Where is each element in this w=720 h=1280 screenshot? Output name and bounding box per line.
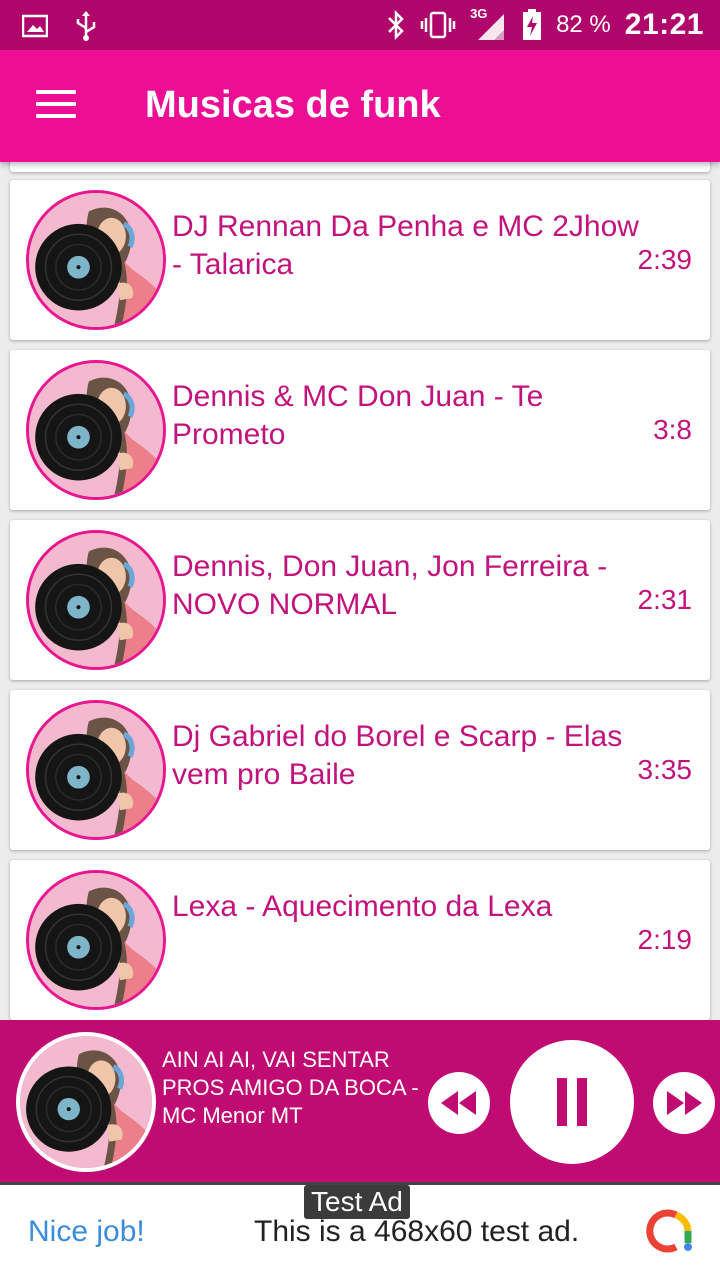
hamburger-menu-icon[interactable]: [36, 90, 76, 122]
song-thumbnail: [26, 360, 166, 500]
now-playing-title: AIN AI AI, VAI SENTAR PROS AMIGO DA BOCA…: [162, 1047, 419, 1128]
song-list[interactable]: DJ Rennan Da Penha e MC 2Jhow - Talarica…: [0, 162, 720, 1020]
song-title: Dj Gabriel do Borel e Scarp - Elas vem p…: [172, 720, 623, 791]
song-item[interactable]: Dennis, Don Juan, Jon Ferreira - NOVO NO…: [10, 520, 710, 680]
song-thumbnail: [26, 190, 166, 330]
vibrate-icon: [420, 11, 456, 39]
now-playing-bar: AIN AI AI, VAI SENTAR PROS AMIGO DA BOCA…: [0, 1020, 720, 1182]
song-duration: 3:8: [653, 414, 692, 445]
page-title: Musicas de funk: [145, 84, 441, 126]
song-thumbnail: [26, 870, 166, 1010]
song-item[interactable]: Dj Gabriel do Borel e Scarp - Elas vem p…: [10, 690, 710, 850]
fast-forward-icon[interactable]: [653, 1072, 715, 1134]
ad-label: Test Ad: [304, 1185, 410, 1219]
song-item[interactable]: Lexa - Aquecimento da Lexa 2:19: [10, 860, 710, 1020]
ad-banner[interactable]: Test Ad Nice job! This is a 468x60 test …: [0, 1182, 720, 1280]
song-item[interactable]: DJ Rennan Da Penha e MC 2Jhow - Talarica…: [10, 180, 710, 340]
ad-body-text: This is a 468x60 test ad.: [254, 1215, 580, 1248]
image-icon: [22, 14, 48, 38]
song-title: DJ Rennan Da Penha e MC 2Jhow - Talarica: [172, 210, 639, 281]
song-duration: 3:35: [637, 754, 693, 785]
song-title: Lexa - Aquecimento da Lexa: [172, 890, 553, 923]
now-playing-thumbnail[interactable]: [16, 1032, 156, 1172]
song-duration: 2:31: [637, 584, 693, 615]
song-thumbnail: [26, 700, 166, 840]
song-item[interactable]: Dennis & MC Don Juan - Te Prometo 3:8: [10, 350, 710, 510]
pause-icon[interactable]: [510, 1040, 634, 1164]
ad-logo-icon: [646, 1209, 692, 1253]
song-duration: 2:19: [637, 924, 693, 955]
usb-icon: [76, 11, 96, 41]
song-title: Dennis, Don Juan, Jon Ferreira - NOVO NO…: [172, 550, 608, 621]
clock: 21:21: [624, 8, 704, 41]
rewind-icon[interactable]: [428, 1072, 490, 1134]
song-thumbnail: [26, 530, 166, 670]
song-item[interactable]: [10, 162, 710, 172]
bluetooth-icon: [388, 10, 404, 40]
battery-percent: 82 %: [556, 11, 611, 38]
status-bar: 3G 82 % 21:21: [0, 0, 720, 50]
song-duration: 2:39: [637, 244, 693, 275]
song-title: Dennis & MC Don Juan - Te Prometo: [172, 380, 544, 451]
ad-nice-text: Nice job!: [28, 1215, 145, 1248]
signal-icon: 3G: [470, 6, 508, 42]
network-label: 3G: [470, 6, 488, 21]
battery-charging-icon: [523, 9, 542, 40]
app-toolbar: Musicas de funk: [0, 50, 720, 162]
